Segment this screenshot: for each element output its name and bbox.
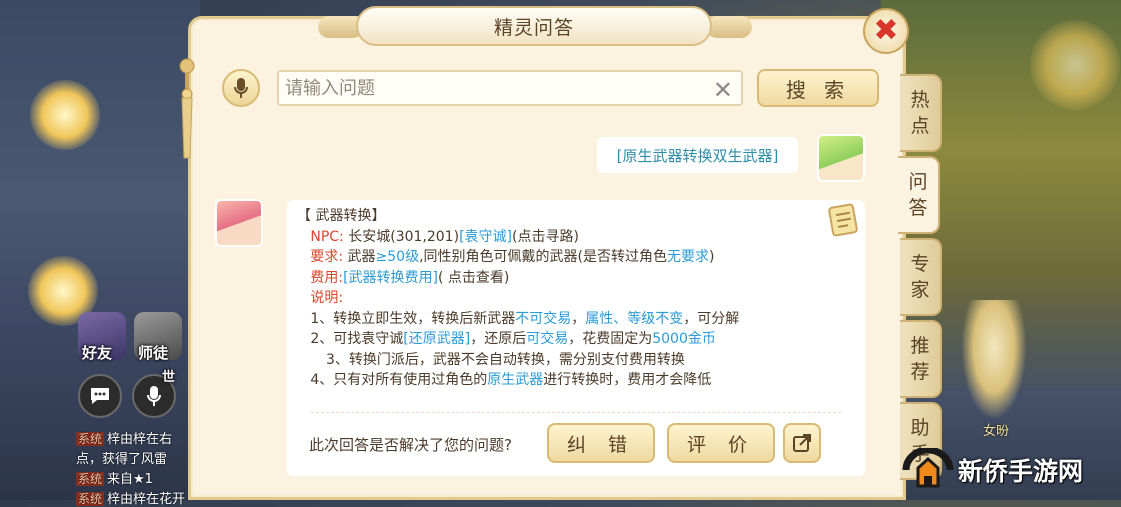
watermark-text: 新侨手游网 <box>958 457 1084 486</box>
restore-weapon-link[interactable]: [还原武器] <box>403 331 470 347</box>
search-input[interactable] <box>283 76 707 100</box>
answer-note-3: 3、转换门派后，武器不会自动转换，需分别支付费用转换 <box>326 351 685 368</box>
search-field: ✕ <box>277 70 743 106</box>
answer-fee-line: 费用:[武器转换费用]( 点击查看) <box>310 269 510 286</box>
answer-requirement-line: 要求: 武器≥50级,同性别角色可佩戴的武器(是否转过角色无要求) <box>310 249 715 265</box>
share-button[interactable] <box>783 423 821 463</box>
rate-button[interactable]: 评 价 <box>667 423 775 463</box>
world-channel-label: 世 <box>162 370 176 385</box>
friends-label: 好友 <box>82 344 113 362</box>
microphone-icon <box>234 78 248 98</box>
chat-line: 系统 梓由梓在右 <box>76 432 173 447</box>
chat-line: 系统 来自★1 <box>76 472 153 487</box>
answer-card: 【 武器转换】 NPC: 长安城(301,201)[袁守诚](点击寻路) 要求:… <box>287 200 865 476</box>
feedback-question: 此次回答是否解决了您的问题? <box>309 436 512 454</box>
chat-icon <box>91 388 109 404</box>
fairy-avatar <box>215 199 263 247</box>
chat-line: 系统 梓由梓在花开 <box>76 492 186 507</box>
lantern-light <box>30 80 100 150</box>
lantern-light <box>1030 20 1120 110</box>
watermark-logo-icon <box>902 448 954 488</box>
game-scene-left <box>0 0 200 500</box>
tab-expert[interactable]: 专家 <box>900 238 942 316</box>
npc-name-label: 女昐 <box>983 424 1010 439</box>
search-button[interactable]: 搜 索 <box>757 69 879 107</box>
answer-note-4: 4、只有对所有使用过角色的原生武器进行转换时，费用才会降低 <box>310 372 712 388</box>
divider <box>311 412 841 413</box>
npc-link[interactable]: [袁守诚] <box>459 229 512 245</box>
microphone-icon <box>147 386 161 406</box>
user-avatar <box>817 134 865 182</box>
scene-npc[interactable] <box>962 300 1026 418</box>
answer-heading: 【 武器转换】 <box>297 208 386 224</box>
close-button[interactable]: ✖ <box>863 8 909 54</box>
title-banner: 精灵问答 <box>356 6 712 46</box>
question-bubble[interactable]: [原生武器转换双生武器] <box>597 137 798 173</box>
tab-hot[interactable]: 热点 <box>900 74 942 152</box>
notebook-icon[interactable] <box>827 202 861 238</box>
correct-error-button[interactable]: 纠 错 <box>547 423 655 463</box>
fee-link[interactable]: [武器转换费用] <box>343 270 438 286</box>
answer-notes-label: 说明: <box>310 290 344 306</box>
chat-bubble-button[interactable] <box>78 374 122 418</box>
tab-recommend[interactable]: 推荐 <box>900 320 942 398</box>
title-ornament-right <box>706 16 752 38</box>
chat-line: 点，获得了风雷 <box>76 452 168 467</box>
share-icon <box>793 434 811 452</box>
answer-text: 【 武器转换】 NPC: 长安城(301,201)[袁守诚](点击寻路) 要求:… <box>297 206 739 391</box>
voice-input-button[interactable] <box>222 69 260 107</box>
master-label: 师徒 <box>138 344 169 362</box>
close-icon: ✖ <box>873 13 899 48</box>
watermark: 新侨手游网 <box>902 448 1083 492</box>
clear-icon[interactable]: ✕ <box>713 78 733 102</box>
tab-qa[interactable]: 问答 <box>898 156 940 234</box>
tassel-ornament <box>179 58 195 159</box>
answer-note-2: 2、可找袁守诚[还原武器]，还原后可交易，花费固定为5000金币 <box>310 331 716 347</box>
answer-note-1: 1、转换立即生效，转换后新武器不可交易，属性、等级不变，可分解 <box>310 310 740 327</box>
answer-npc-line: NPC: 长安城(301,201)[袁守诚](点击寻路) <box>310 228 579 245</box>
page-title: 精灵问答 <box>493 16 574 39</box>
